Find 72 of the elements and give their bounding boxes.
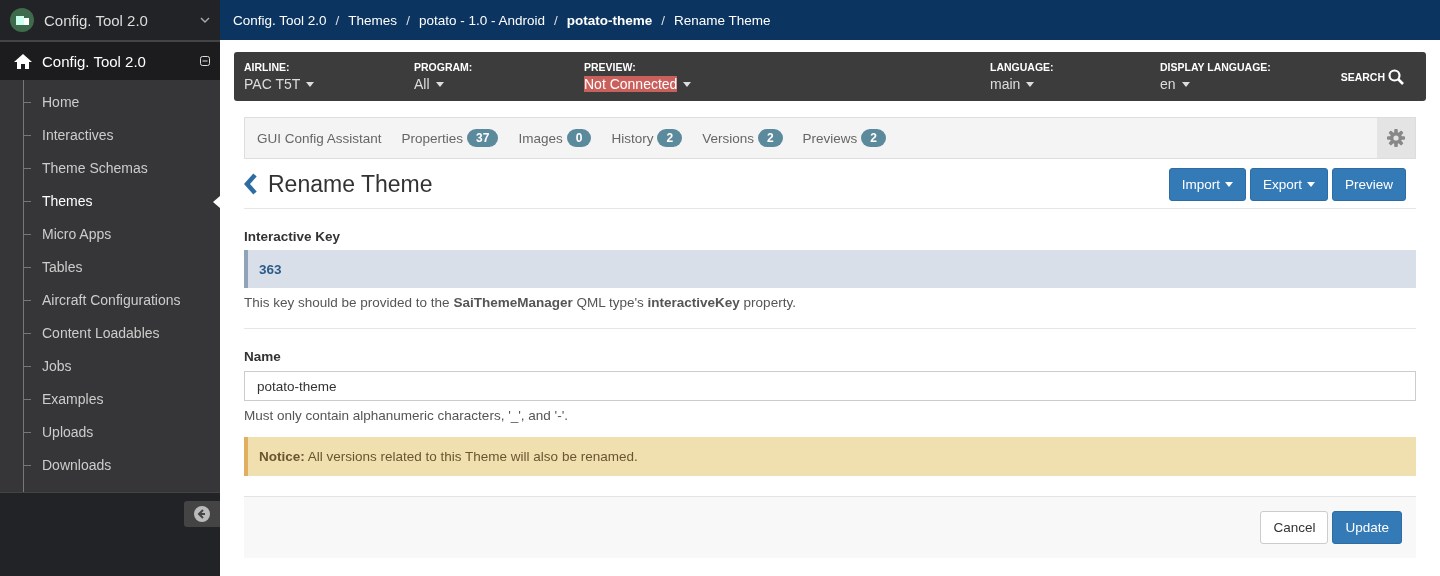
count-badge: 2: [757, 129, 783, 147]
arrow-left-circle-icon: [194, 506, 210, 522]
filter-dropdown[interactable]: All: [414, 76, 430, 92]
breadcrumb-item[interactable]: Config. Tool 2.0: [233, 12, 327, 28]
tab[interactable]: Versions: [702, 130, 754, 146]
app-logo-icon: [10, 8, 34, 32]
tab[interactable]: Properties: [401, 130, 464, 146]
breadcrumb-item: potato-theme: [566, 12, 653, 28]
sidebar-item[interactable]: Themes: [0, 185, 220, 218]
sidebar-item[interactable]: Aircraft Configurations: [0, 284, 220, 317]
sidebar-item[interactable]: Tables: [0, 251, 220, 284]
field-label: Interactive Key: [244, 229, 342, 244]
breadcrumb-separator: /: [554, 12, 558, 28]
interactive-key-value: 363: [244, 250, 1416, 288]
caret-icon: [1181, 81, 1190, 87]
toolbar-button[interactable]: Preview: [1332, 167, 1406, 201]
filter-dropdown[interactable]: en: [1160, 76, 1176, 92]
filter-dropdown[interactable]: PAC T5T: [244, 76, 301, 92]
filter-dropdown[interactable]: Not Connected: [584, 76, 678, 92]
collapse-icon[interactable]: [200, 56, 210, 66]
sidebar-item[interactable]: Home: [0, 86, 220, 119]
count-badge: 0: [566, 129, 592, 147]
sidebar-item[interactable]: Jobs: [0, 350, 220, 383]
help-text: Must only contain alphanumeric characters, '_', and '-'.: [244, 408, 569, 423]
settings-button[interactable]: [1377, 118, 1415, 158]
breadcrumb-item: Rename Theme: [674, 12, 771, 28]
tab[interactable]: History: [611, 130, 654, 146]
filter-label: LANGUAGE:: [990, 61, 1055, 73]
submit-button[interactable]: Update: [1332, 511, 1402, 544]
caret-icon: [1026, 81, 1035, 87]
sidebar-item[interactable]: Content Loadables: [0, 317, 220, 350]
count-badge: 2: [861, 129, 887, 147]
page-title: Rename Theme: [268, 170, 433, 198]
tab[interactable]: GUI Config Assistant: [257, 130, 382, 146]
sidebar-item[interactable]: Downloads: [0, 449, 220, 482]
name-input-field[interactable]: potato-theme: [244, 371, 1416, 401]
back-chevron-icon[interactable]: [244, 173, 258, 195]
home-icon: [14, 53, 32, 69]
breadcrumb-separator: /: [406, 12, 410, 28]
cancel-button[interactable]: Cancel: [1260, 511, 1329, 544]
count-badge: 37: [467, 129, 499, 147]
breadcrumb-separator: /: [661, 12, 665, 28]
caret-icon: [306, 81, 315, 87]
settings-icon: [1387, 129, 1405, 147]
notice-alert: Notice: All versions related to this Theme will also be renamed.: [244, 437, 1416, 476]
sidebar-item[interactable]: Examples: [0, 383, 220, 416]
filter-label: AIRLINE:: [244, 61, 291, 73]
collapse-sidebar-button[interactable]: [184, 501, 220, 527]
filter-dropdown[interactable]: main: [990, 76, 1021, 92]
caret-icon: [683, 81, 692, 87]
breadcrumb-separator: /: [335, 12, 340, 28]
tab[interactable]: Previews: [802, 130, 858, 146]
filter-label: PREVIEW:: [584, 61, 637, 73]
caret-icon: [435, 81, 444, 87]
breadcrumb-item[interactable]: potato - 1.0 - Android: [418, 12, 545, 28]
search-icon[interactable]: [1388, 68, 1404, 85]
help-text: This key should be provided to the SaiThemeManager QML type's interactiveKey property.: [244, 295, 797, 310]
sidebar-item[interactable]: Interactives: [0, 119, 220, 152]
search-link[interactable]: SEARCH: [1340, 70, 1385, 83]
filter-label: DISPLAY LANGUAGE:: [1160, 61, 1272, 73]
sidebar-item[interactable]: Theme Schemas: [0, 152, 220, 185]
sidebar-item[interactable]: Uploads: [0, 416, 220, 449]
filter-label: PROGRAM:: [414, 61, 474, 73]
field-label: Name: [244, 349, 282, 364]
toolbar-button[interactable]: Import: [1168, 167, 1246, 201]
chevron-down-icon[interactable]: [200, 17, 210, 23]
app-title[interactable]: Config. Tool 2.0: [44, 11, 190, 29]
toolbar-button[interactable]: Export: [1249, 167, 1328, 201]
sidebar-item[interactable]: Micro Apps: [0, 218, 220, 251]
tab[interactable]: Images: [518, 130, 563, 146]
count-badge: 2: [657, 129, 683, 147]
breadcrumb-item[interactable]: Themes: [348, 12, 398, 28]
